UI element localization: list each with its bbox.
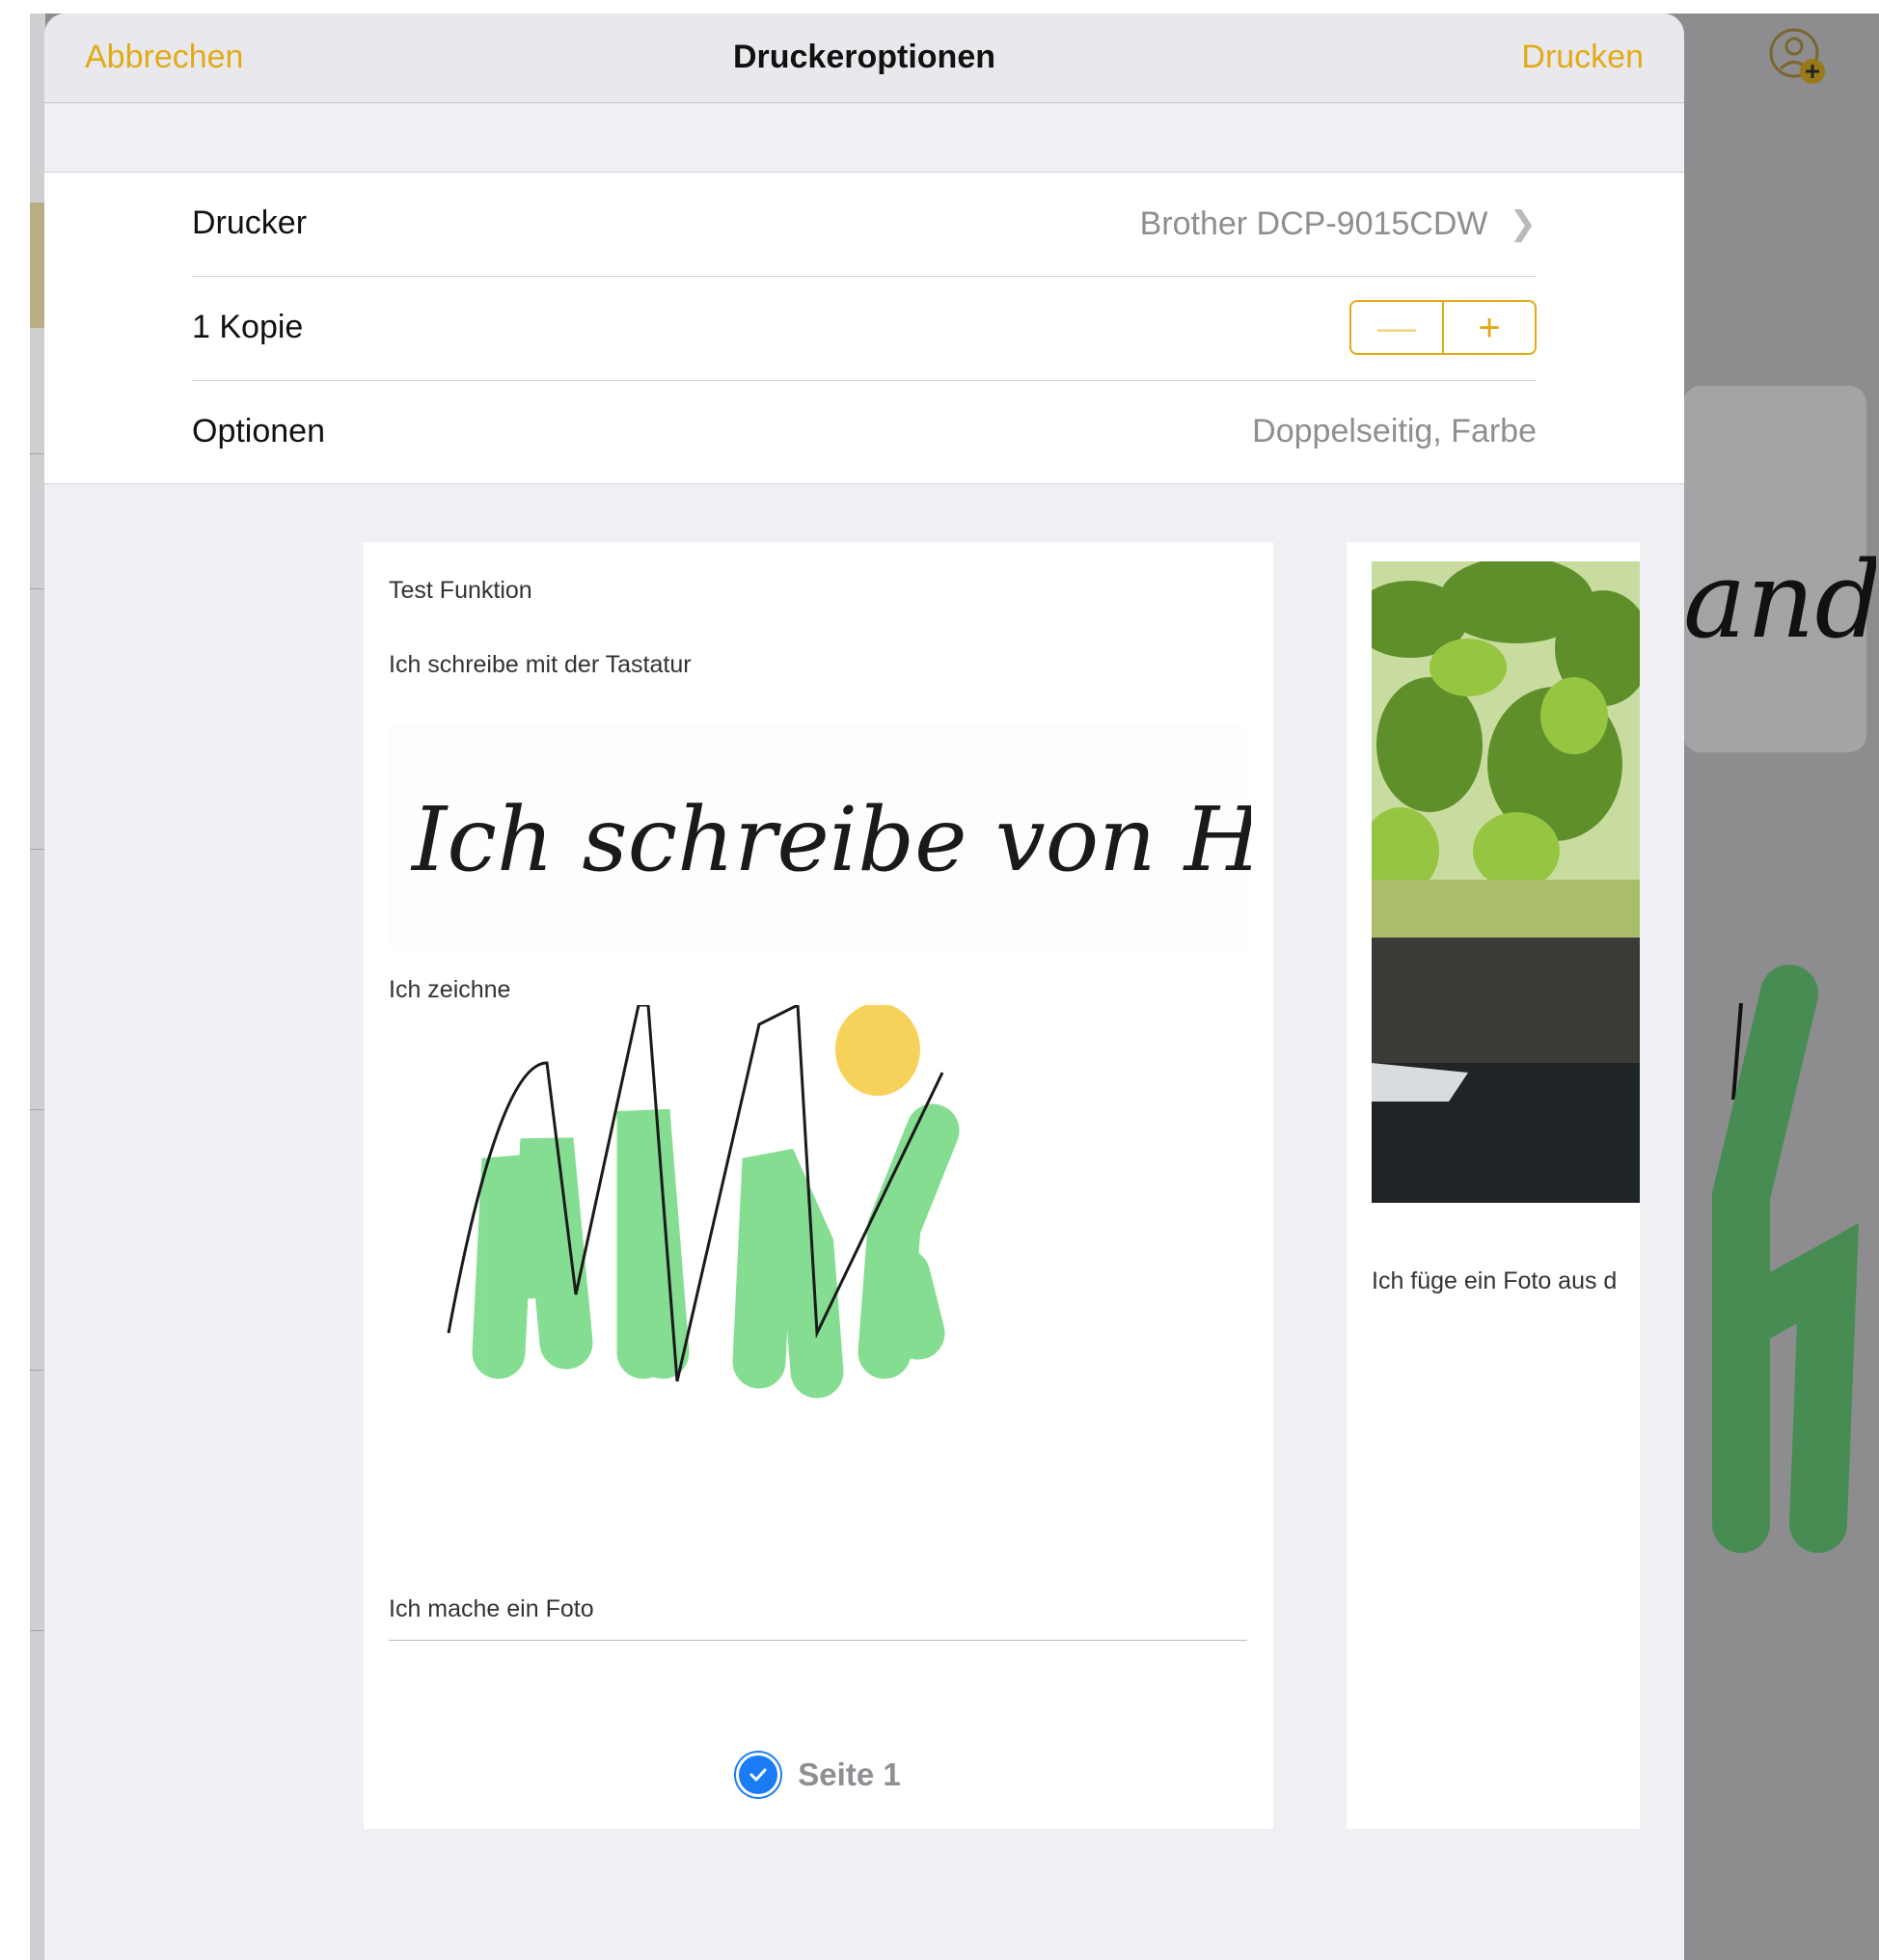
page-preview-1[interactable]: Test Funktion Ich schreibe mit der Tasta…: [364, 542, 1273, 1829]
page-number-label: Seite 1: [798, 1756, 901, 1792]
photo-label: Ich mache ein Foto: [389, 1595, 594, 1622]
add-person-icon[interactable]: [1768, 27, 1828, 87]
background-divider: [30, 1109, 45, 1110]
print-settings-list: Drucker Brother DCP-9015CDW ❯ 1 Kopie — +…: [44, 172, 1684, 484]
printer-row[interactable]: Drucker Brother DCP-9015CDW ❯: [192, 173, 1537, 275]
checkmark-circle-icon[interactable]: [736, 1753, 781, 1797]
options-value: Doppelseitig, Farbe: [1252, 413, 1537, 449]
printer-name: Brother DCP-9015CDW: [1139, 205, 1488, 242]
navigation-bar: Abbrechen Druckeroptionen Drucken: [44, 14, 1684, 103]
chevron-right-icon: ❯: [1509, 205, 1538, 242]
copies-stepper[interactable]: — +: [1349, 300, 1537, 355]
background-divider: [30, 1370, 45, 1371]
increment-button[interactable]: +: [1444, 302, 1535, 353]
background-handwriting: and: [1683, 538, 1876, 1553]
background-divider: [30, 453, 45, 454]
photo-caption: Ich füge ein Foto aus d: [1372, 1267, 1618, 1294]
grass-drawing: [447, 1005, 960, 1399]
background-divider: [30, 588, 45, 589]
sheet-title: Druckeroptionen: [732, 39, 996, 75]
background-divider: [30, 1630, 45, 1631]
svg-text:Ich schreibe von Hand: Ich schreibe von Hand: [410, 788, 1251, 891]
drawing-label: Ich zeichne: [389, 976, 511, 1003]
options-row[interactable]: Optionen Doppelseitig, Farbe: [192, 381, 1537, 483]
photo-divider: [389, 1640, 1247, 1641]
garden-photo: [1372, 561, 1640, 1203]
background-highlight: [30, 203, 45, 328]
page-selection[interactable]: Seite 1: [364, 1753, 1273, 1797]
note-title: Test Funktion: [389, 577, 532, 604]
copies-label: 1 Kopie: [192, 309, 304, 345]
copies-row: 1 Kopie — +: [192, 277, 1537, 379]
decrement-button[interactable]: —: [1351, 302, 1444, 353]
printer-label: Drucker: [192, 204, 308, 241]
options-label: Optionen: [192, 413, 325, 449]
print-button[interactable]: Drucken: [1521, 39, 1644, 76]
svg-text:and: and: [1683, 538, 1876, 662]
page-preview-2[interactable]: Ich füge ein Foto aus d: [1347, 542, 1640, 1829]
typed-text: Ich schreibe mit der Tastatur: [389, 651, 692, 678]
handwriting-drawing: Ich schreibe von Hand: [410, 788, 1251, 891]
printer-value: Brother DCP-9015CDW ❯: [1140, 204, 1537, 243]
background-divider: [30, 849, 45, 850]
